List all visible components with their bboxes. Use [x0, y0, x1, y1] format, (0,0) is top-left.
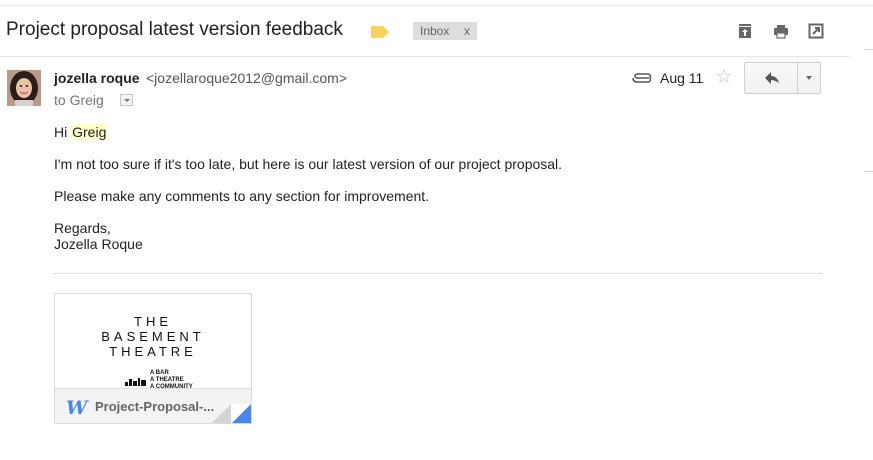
- attachment-preview[interactable]: THE BASEMENT THEATRE A BAR A THEATRE A C…: [55, 294, 251, 390]
- message-date: Aug 11: [660, 70, 704, 86]
- reply-button[interactable]: [745, 63, 797, 93]
- inbox-label-text: Inbox: [420, 24, 450, 38]
- inbox-label-chip[interactable]: Inbox x: [413, 22, 477, 40]
- sender-name[interactable]: jozella roque: [54, 70, 140, 86]
- preview-logo-line-2: BASEMENT: [101, 329, 205, 344]
- preview-logo-line-3: THEATRE: [109, 344, 197, 359]
- signature: Jozella Roque: [54, 236, 143, 252]
- sender-email: <jozellaroque2012@gmail.com>: [146, 70, 347, 86]
- paperclip-icon: [632, 73, 652, 83]
- attachment-footer[interactable]: W Project-Proposal-...: [55, 388, 251, 423]
- email-subject: Project proposal latest version feedback: [6, 19, 343, 40]
- more-actions-button[interactable]: [798, 63, 820, 93]
- right-edge-mark: [864, 49, 873, 50]
- attachment-card[interactable]: THE BASEMENT THEATRE A BAR A THEATRE A C…: [54, 293, 252, 424]
- word-doc-icon: W: [66, 397, 88, 419]
- new-window-icon[interactable]: [808, 23, 824, 39]
- greeting-prefix: Hi: [54, 124, 72, 140]
- preview-logo-line-1: THE: [134, 314, 172, 329]
- reply-button-group: [744, 62, 821, 94]
- email-view: Project proposal latest version feedback…: [0, 0, 873, 460]
- signoff: Regards,: [54, 220, 111, 236]
- reply-arrow-icon: [765, 72, 779, 84]
- top-divider: [0, 5, 873, 6]
- label-tag-icon[interactable]: [371, 26, 389, 38]
- greeting: Hi Greig: [54, 124, 108, 140]
- preview-tagline-2: A THEATRE: [150, 377, 184, 383]
- right-edge-mark: [864, 171, 873, 172]
- attachments-divider: [54, 273, 822, 274]
- show-details-dropdown[interactable]: [120, 94, 133, 106]
- skyline-logo-icon: [125, 378, 146, 386]
- print-icon[interactable]: [773, 23, 789, 39]
- star-icon[interactable]: ☆: [715, 67, 733, 87]
- recipient-line: to Greig: [54, 92, 104, 108]
- avatar-photo: [7, 70, 41, 106]
- folded-corner-icon: [212, 404, 251, 423]
- body-paragraph-1: I'm not too sure if it's too late, but h…: [54, 156, 563, 172]
- remove-label-button[interactable]: x: [464, 24, 470, 38]
- header-divider: [0, 56, 850, 57]
- greeting-name: Greig: [71, 124, 108, 140]
- archive-icon[interactable]: [737, 23, 753, 39]
- body-paragraph-2: Please make any comments to any section …: [54, 188, 430, 204]
- sender-avatar[interactable]: [7, 70, 41, 106]
- attachment-filename[interactable]: Project-Proposal-...: [95, 399, 214, 414]
- preview-tagline-1: A BAR: [150, 370, 169, 376]
